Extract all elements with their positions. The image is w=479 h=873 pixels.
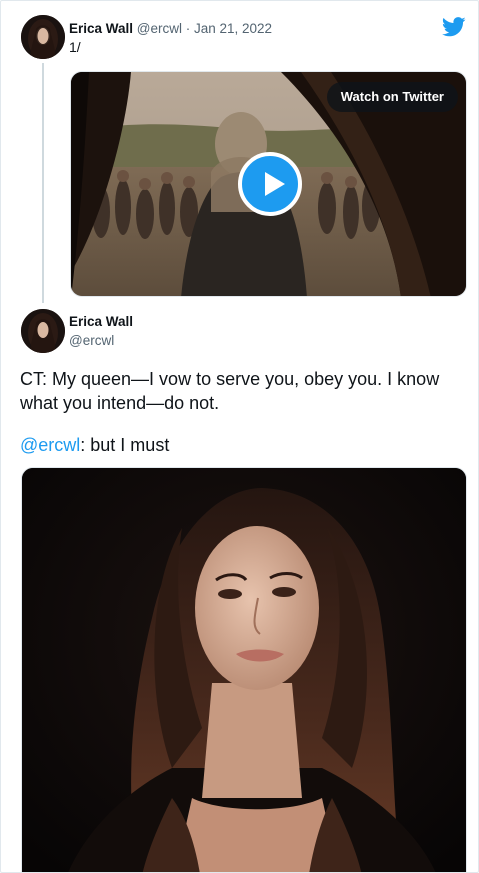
play-icon[interactable] [238,152,302,216]
portrait-image [22,468,466,872]
watch-on-twitter-button[interactable]: Watch on Twitter [326,82,458,112]
thread-connector [42,63,44,303]
author-handle[interactable]: @ercwl [69,333,114,348]
twitter-bird-icon[interactable] [442,17,466,37]
author-meta[interactable]: @ercwl · Jan 21, 2022 [137,21,272,36]
tweet-photo[interactable] [21,467,467,872]
author-name[interactable]: Erica Wall [69,21,133,36]
tweet-text: CT: My queen—I vow to serve you, obey yo… [20,369,440,413]
avatar[interactable] [21,15,65,59]
parent-tweet-header: Erica Wall @ercwl · Jan 21, 2022 [69,20,272,37]
mention-link[interactable]: @ercwl [20,435,80,455]
reply-text: : but I must [80,435,170,455]
parent-tweet-text: 1/ [69,39,81,55]
avatar[interactable] [21,309,65,353]
tweet-embed: Erica Wall @ercwl · Jan 21, 2022 1/ Watc… [0,0,479,873]
tweet-reply-line: @ercwl: but I must [20,433,169,457]
parent-tweet[interactable]: Erica Wall @ercwl · Jan 21, 2022 1/ Watc… [1,1,478,303]
video-player[interactable]: Watch on Twitter [70,71,467,297]
author-name[interactable]: Erica Wall [69,314,133,329]
